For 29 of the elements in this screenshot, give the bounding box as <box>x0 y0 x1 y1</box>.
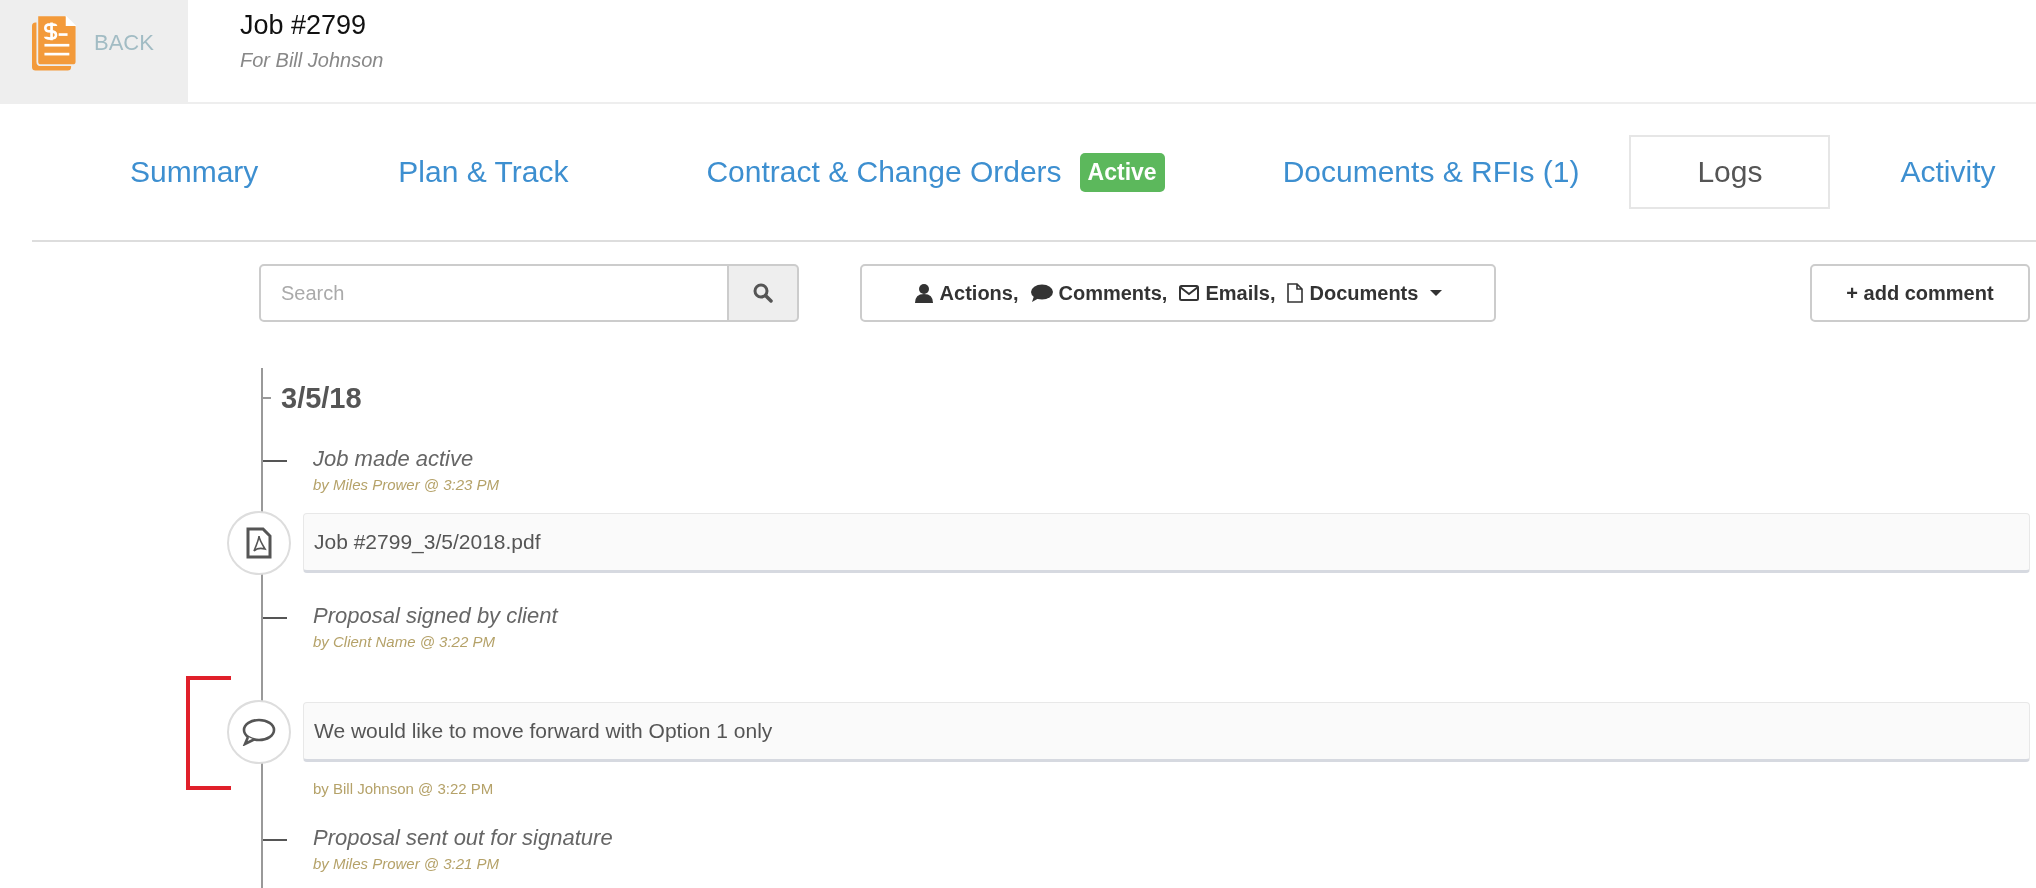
log-entry-title: Proposal signed by client <box>313 603 558 629</box>
file-icon <box>1287 283 1304 303</box>
comment-text: We would like to move forward with Option 1 only <box>303 702 2030 762</box>
add-comment-button[interactable]: + add comment <box>1810 264 2030 322</box>
speech-bubble-icon <box>1030 284 1053 302</box>
date-heading: 3/5/18 <box>281 381 362 415</box>
job-title: Job #2799 <box>240 10 368 41</box>
tab[interactable]: Plan & Track <box>398 137 569 207</box>
tab[interactable]: Contract & Change Orders <box>706 137 1062 207</box>
log-entry-author: by Miles Prower @ 3:21 PM <box>313 855 501 872</box>
search-button[interactable] <box>729 264 799 322</box>
log-entry-author: by Client Name @ 3:22 PM <box>313 633 496 650</box>
tab[interactable]: Documents & RFIs (1) <box>1282 137 1580 207</box>
tab[interactable]: Logs <box>1629 135 1831 209</box>
document-link[interactable]: Job #2799_3/5/2018.pdf <box>303 513 2030 573</box>
log-entry-title: Job made active <box>313 446 475 472</box>
tab[interactable]: Summary <box>130 137 259 207</box>
filter-dropdown[interactable]: Actions, Comments, Emails, Documents <box>860 264 1496 322</box>
client-subtitle: For Bill Johnson <box>240 49 384 72</box>
status-badge: Active <box>1079 152 1165 192</box>
log-entry-author: by Miles Prower @ 3:23 PM <box>313 476 500 493</box>
search-icon <box>753 283 773 303</box>
comment-author: by Bill Johnson @ 3:22 PM <box>313 780 495 797</box>
envelope-icon <box>1179 285 1200 301</box>
caret-icon <box>1430 289 1443 297</box>
search-field[interactable]: Search <box>259 264 729 322</box>
person-icon <box>913 283 934 303</box>
tab[interactable]: Activity <box>1900 137 1996 207</box>
log-entry-title: Proposal sent out for signature <box>313 825 613 851</box>
